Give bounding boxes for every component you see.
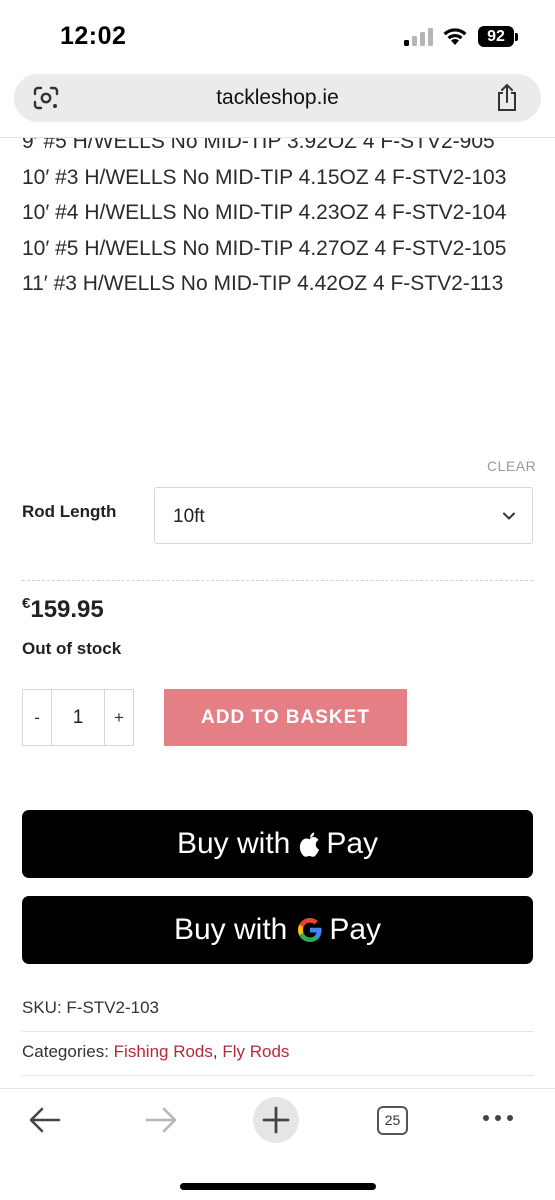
home-indicator bbox=[180, 1183, 376, 1190]
forward-arrow-icon[interactable] bbox=[144, 1105, 178, 1135]
divider bbox=[22, 580, 533, 581]
category-separator: , bbox=[212, 1042, 218, 1061]
browser-bottom-toolbar: 25 bbox=[0, 1088, 555, 1200]
add-to-basket-button[interactable]: ADD TO BASKET bbox=[164, 689, 407, 746]
apple-pay-prefix: Buy with bbox=[176, 827, 291, 860]
url-text[interactable]: tackleshop.ie bbox=[14, 86, 541, 110]
rod-length-select[interactable]: 10ft bbox=[154, 487, 533, 544]
categories-row: Categories: Fishing Rods, Fly Rods bbox=[22, 1042, 533, 1076]
variant-row: 10′ #3 H/WELLS No MID-TIP 4.15OZ 4 F-STV… bbox=[22, 165, 507, 189]
quantity-increment-button[interactable]: + bbox=[104, 690, 133, 745]
rod-length-value: 10ft bbox=[173, 506, 205, 527]
plus-icon bbox=[262, 1106, 290, 1134]
cellular-signal-icon bbox=[404, 28, 434, 46]
share-icon[interactable] bbox=[494, 83, 520, 113]
google-pay-suffix: Pay bbox=[329, 913, 382, 946]
variant-row: 10′ #5 H/WELLS No MID-TIP 4.27OZ 4 F-STV… bbox=[22, 236, 507, 260]
variant-row: 11′ #3 H/WELLS No MID-TIP 4.42OZ 4 F-STV… bbox=[22, 272, 504, 295]
product-price: €159.95 bbox=[22, 595, 104, 624]
tab-switcher-button[interactable]: 25 bbox=[377, 1106, 408, 1135]
google-pay-button[interactable]: Buy with Pay bbox=[22, 896, 533, 964]
quantity-input[interactable]: 1 bbox=[52, 690, 104, 745]
apple-pay-button[interactable]: Buy with Pay bbox=[22, 810, 533, 878]
chevron-down-icon bbox=[503, 512, 515, 520]
status-bar: 12:02 92 bbox=[0, 0, 555, 70]
new-tab-button[interactable] bbox=[253, 1097, 299, 1143]
variant-row: 10′ #4 H/WELLS No MID-TIP 4.23OZ 4 F-STV… bbox=[22, 201, 507, 224]
google-pay-prefix: Buy with bbox=[173, 913, 288, 946]
categories-label: Categories: bbox=[22, 1042, 109, 1061]
variant-list: 9′ #5 H/WELLS No MID-TIP 3.92OZ 4 F-STV2… bbox=[22, 138, 542, 302]
apple-pay-suffix: Pay bbox=[326, 827, 379, 860]
battery-nub bbox=[515, 33, 518, 41]
rod-length-label: Rod Length bbox=[22, 502, 117, 521]
wifi-icon bbox=[443, 28, 467, 45]
status-time: 12:02 bbox=[60, 22, 127, 50]
sku-row: SKU: F-STV2-103 bbox=[22, 998, 533, 1032]
back-arrow-icon[interactable] bbox=[28, 1105, 62, 1135]
sku-label: SKU: bbox=[22, 998, 62, 1017]
category-link-fly-rods[interactable]: Fly Rods bbox=[222, 1042, 289, 1061]
more-options-icon[interactable] bbox=[481, 1111, 515, 1125]
google-logo-icon bbox=[298, 918, 322, 942]
address-bar[interactable]: tackleshop.ie bbox=[14, 74, 541, 122]
quantity-decrement-button[interactable]: - bbox=[23, 690, 52, 745]
variant-row: 9′ #5 H/WELLS No MID-TIP 3.92OZ 4 F-STV2… bbox=[22, 138, 495, 153]
battery-icon: 92 bbox=[478, 26, 514, 47]
price-value: 159.95 bbox=[30, 596, 104, 623]
clear-selection-link[interactable]: CLEAR bbox=[487, 458, 536, 474]
stock-status: Out of stock bbox=[22, 639, 122, 658]
quantity-stepper[interactable]: - 1 + bbox=[22, 689, 134, 746]
product-page: 9′ #5 H/WELLS No MID-TIP 3.92OZ 4 F-STV2… bbox=[0, 138, 555, 1088]
category-link-fishing-rods[interactable]: Fishing Rods bbox=[114, 1042, 213, 1061]
apple-logo-icon bbox=[300, 831, 320, 857]
sku-value: F-STV2-103 bbox=[66, 998, 160, 1017]
